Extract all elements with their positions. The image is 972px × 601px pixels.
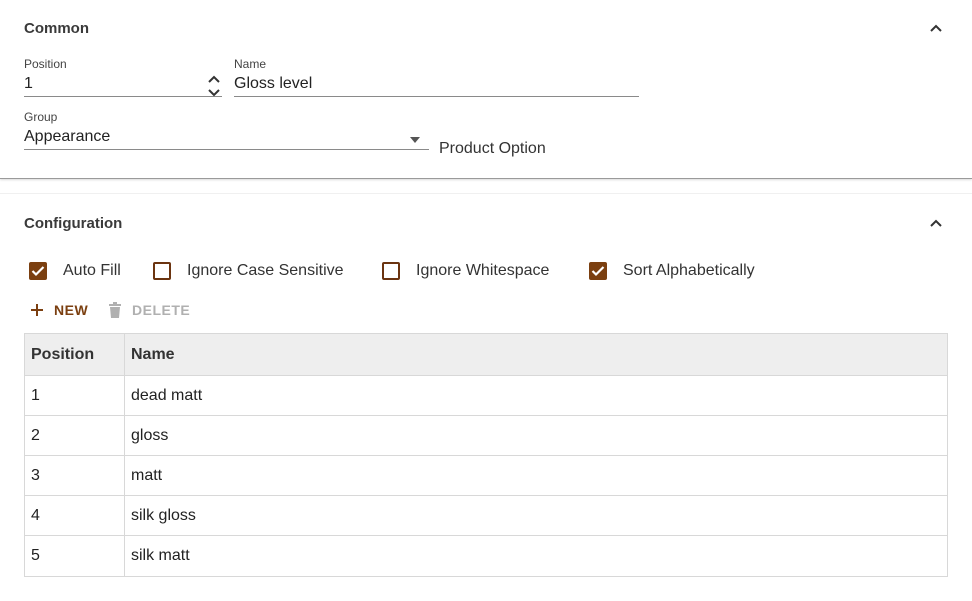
- column-header-position[interactable]: Position: [25, 334, 125, 375]
- check-icon: [31, 266, 45, 277]
- new-button-label: NEW: [54, 302, 89, 318]
- trash-icon: [108, 302, 122, 318]
- caret-down-icon[interactable]: [409, 137, 421, 143]
- position-stepper[interactable]: [206, 73, 222, 101]
- new-button[interactable]: NEW: [30, 299, 88, 321]
- sort-alphabetically-checkbox[interactable]: Sort Alphabetically: [589, 260, 755, 282]
- column-header-name[interactable]: Name: [125, 334, 947, 375]
- auto-fill-label: Auto Fill: [63, 262, 121, 279]
- table-header: Position Name: [25, 334, 947, 376]
- group-select[interactable]: [24, 124, 429, 150]
- position-cell[interactable]: 2: [25, 416, 125, 455]
- name-cell[interactable]: silk gloss: [125, 496, 947, 535]
- table-row[interactable]: 3 matt: [25, 456, 947, 496]
- name-input[interactable]: [234, 71, 639, 97]
- ignore-whitespace-label: Ignore Whitespace: [416, 262, 550, 279]
- checkbox-checked[interactable]: [29, 262, 47, 280]
- configuration-panel-title: Configuration: [24, 215, 123, 232]
- table-row[interactable]: 5 silk matt: [25, 536, 947, 576]
- name-cell[interactable]: dead matt: [125, 376, 947, 415]
- options-table: Position Name 1 dead matt 2 gloss 3 matt…: [24, 333, 948, 577]
- ignore-case-sensitive-label: Ignore Case Sensitive: [187, 262, 344, 279]
- plus-icon: [30, 303, 44, 317]
- checkbox-unchecked[interactable]: [153, 262, 171, 280]
- position-field: Position: [24, 57, 222, 104]
- group-label: Group: [24, 110, 58, 124]
- check-icon: [591, 266, 605, 277]
- table-row[interactable]: 4 silk gloss: [25, 496, 947, 536]
- position-cell[interactable]: 3: [25, 456, 125, 495]
- position-label: Position: [24, 57, 67, 71]
- common-panel-title: Common: [24, 20, 89, 37]
- name-cell[interactable]: matt: [125, 456, 947, 495]
- checkbox-checked[interactable]: [589, 262, 607, 280]
- group-field: Group: [24, 110, 429, 158]
- delete-button-label: DELETE: [132, 302, 191, 318]
- product-option-label: Product Option: [439, 140, 546, 157]
- chevron-up-icon: [930, 24, 942, 32]
- name-cell[interactable]: silk matt: [125, 536, 947, 576]
- name-label: Name: [234, 57, 267, 71]
- position-input[interactable]: [24, 71, 222, 97]
- ignore-case-sensitive-checkbox[interactable]: Ignore Case Sensitive: [153, 260, 344, 282]
- common-collapse-button[interactable]: [924, 16, 948, 40]
- chevron-down-icon[interactable]: [206, 86, 222, 99]
- delete-button[interactable]: DELETE: [108, 299, 190, 321]
- chevron-up-icon: [930, 219, 942, 227]
- sort-alphabetically-label: Sort Alphabetically: [623, 262, 755, 279]
- position-cell[interactable]: 4: [25, 496, 125, 535]
- auto-fill-checkbox[interactable]: Auto Fill: [29, 260, 121, 282]
- position-cell[interactable]: 5: [25, 536, 125, 576]
- name-field: Name: [234, 57, 639, 104]
- ignore-whitespace-checkbox[interactable]: Ignore Whitespace: [382, 260, 549, 282]
- table-row[interactable]: 2 gloss: [25, 416, 947, 456]
- configuration-collapse-button[interactable]: [924, 211, 948, 235]
- checkbox-unchecked[interactable]: [382, 262, 400, 280]
- name-cell[interactable]: gloss: [125, 416, 947, 455]
- table-row[interactable]: 1 dead matt: [25, 376, 947, 416]
- common-panel: Common Position Name Group Product Optio…: [0, 0, 972, 179]
- position-cell[interactable]: 1: [25, 376, 125, 415]
- configuration-panel: Configuration Auto Fill Ignore Case Sens…: [0, 193, 972, 601]
- chevron-up-icon[interactable]: [206, 73, 222, 86]
